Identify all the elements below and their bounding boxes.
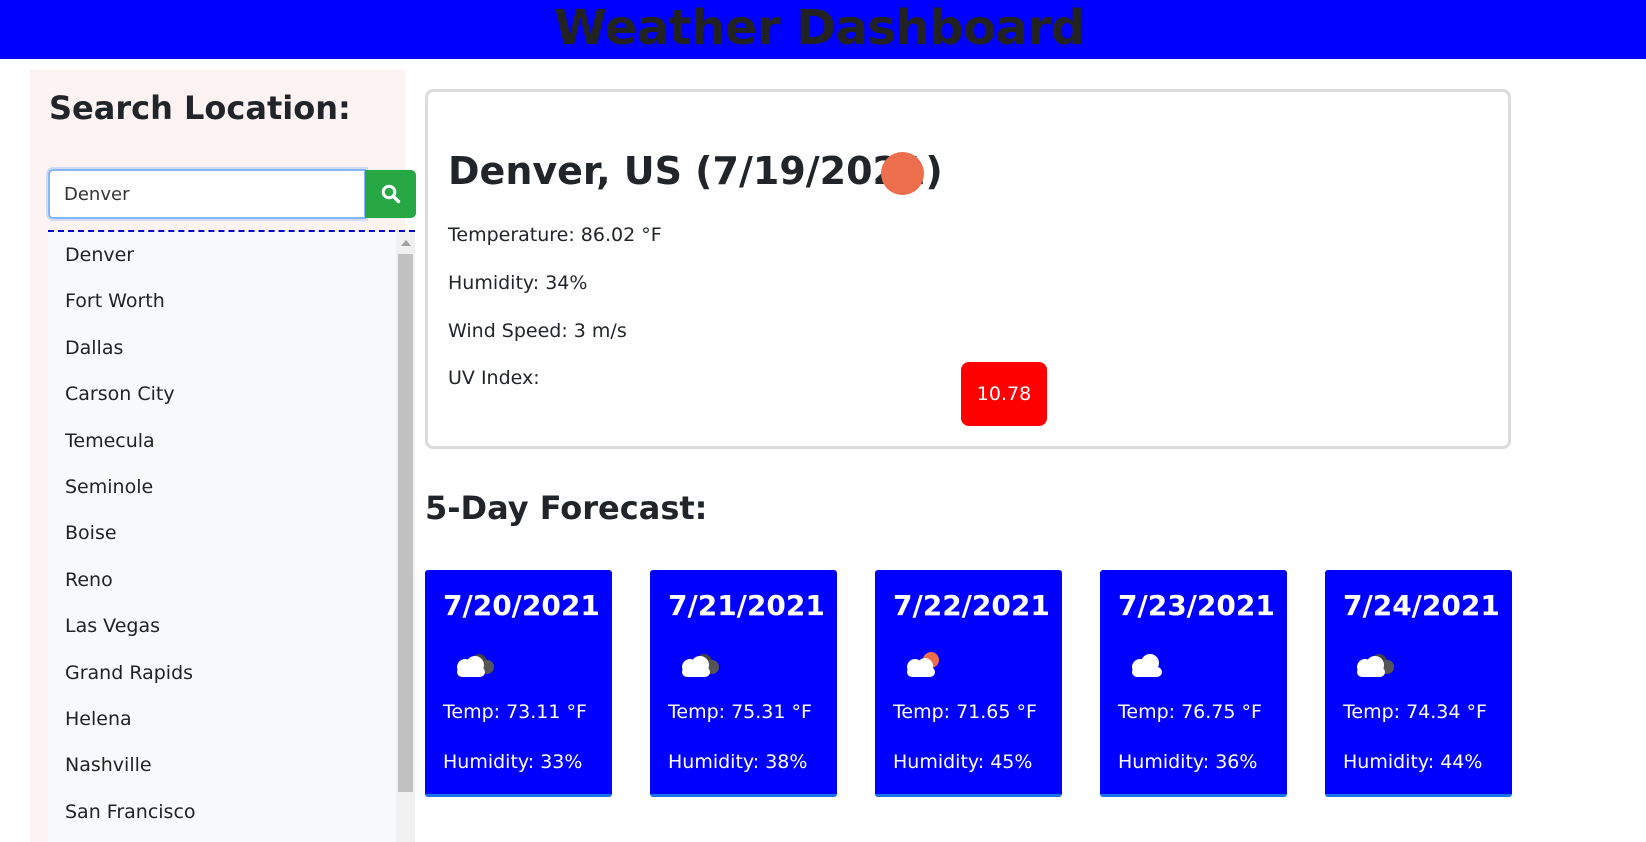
- search-button[interactable]: [365, 170, 416, 218]
- autocomplete-option[interactable]: Carson City: [48, 371, 415, 417]
- forecast-humidity: Humidity: 36%: [1118, 751, 1258, 773]
- forecast-card: 7/23/2021 Temp: 76.75 °F Humidity: 36%: [1100, 570, 1287, 797]
- current-city-title: Denver, US (7/19/2021): [448, 149, 943, 193]
- forecast-temp: Temp: 73.11 °F: [443, 701, 587, 723]
- forecast-card: 7/24/2021 Temp: 74.34 °F Humidity: 44%: [1325, 570, 1512, 797]
- autocomplete-option[interactable]: Grand Rapids: [48, 650, 415, 696]
- autocomplete-option[interactable]: Nashville: [48, 742, 415, 788]
- forecast-date: 7/20/2021: [443, 589, 600, 622]
- autocomplete-option[interactable]: Dallas: [48, 325, 415, 371]
- search-title: Search Location:: [49, 89, 351, 127]
- forecast-date: 7/24/2021: [1343, 589, 1500, 622]
- forecast-card: 7/20/2021 Temp: 73.11 °F Humidity: 33%: [425, 570, 612, 797]
- autocomplete-option[interactable]: Seminole: [48, 464, 415, 510]
- forecast-title: 5-Day Forecast:: [425, 489, 708, 527]
- forecast-humidity: Humidity: 38%: [668, 751, 808, 773]
- page-title: Weather Dashboard: [554, 0, 1085, 56]
- broken-clouds-icon: [682, 654, 719, 677]
- autocomplete-option[interactable]: Denver: [48, 232, 415, 278]
- autocomplete-scrollbar[interactable]: [396, 232, 415, 842]
- forecast-temp: Temp: 76.75 °F: [1118, 701, 1262, 723]
- forecast-date: 7/21/2021: [668, 589, 825, 622]
- forecast-date: 7/22/2021: [893, 589, 1050, 622]
- broken-clouds-icon: [457, 654, 494, 677]
- broken-clouds-icon: [1357, 654, 1394, 677]
- uv-index-label: UV Index:: [448, 367, 540, 389]
- current-temperature: Temperature: 86.02 °F: [448, 224, 662, 246]
- autocomplete-option[interactable]: San Francisco: [48, 789, 415, 835]
- forecast-date: 7/23/2021: [1118, 589, 1275, 622]
- autocomplete-list: Denver Fort Worth Dallas Carson City Tem…: [48, 230, 415, 842]
- current-humidity: Humidity: 34%: [448, 272, 588, 294]
- autocomplete-option[interactable]: Boise: [48, 510, 415, 556]
- scrollbar-thumb[interactable]: [398, 254, 413, 792]
- autocomplete-option[interactable]: Las Vegas: [48, 603, 415, 649]
- forecast-card: 7/21/2021 Temp: 75.31 °F Humidity: 38%: [650, 570, 837, 797]
- forecast-temp: Temp: 75.31 °F: [668, 701, 812, 723]
- current-wind-speed: Wind Speed: 3 m/s: [448, 320, 627, 342]
- header-bar: Weather Dashboard: [0, 0, 1646, 59]
- search-sidebar: Search Location: Denver Fort Worth Dalla…: [30, 70, 416, 842]
- forecast-temp: Temp: 74.34 °F: [1343, 701, 1487, 723]
- uv-index-badge: 10.78: [961, 362, 1047, 426]
- few-clouds-icon: [907, 652, 939, 677]
- autocomplete-option[interactable]: Helena: [48, 696, 415, 742]
- forecast-humidity: Humidity: 33%: [443, 751, 583, 773]
- autocomplete-option[interactable]: Reno: [48, 557, 415, 603]
- current-weather-card: Denver, US (7/19/2021) Temperature: 86.0…: [425, 89, 1511, 449]
- forecast-card: 7/22/2021 Temp: 71.65 °F Humidity: 45%: [875, 570, 1062, 797]
- forecast-humidity: Humidity: 44%: [1343, 751, 1483, 773]
- scroll-up-arrow-icon[interactable]: [401, 240, 411, 246]
- search-icon: [381, 184, 400, 204]
- autocomplete-option[interactable]: Fort Worth: [48, 278, 415, 324]
- scattered-clouds-icon: [1132, 654, 1162, 677]
- autocomplete-option[interactable]: Temecula: [48, 418, 415, 464]
- forecast-humidity: Humidity: 45%: [893, 751, 1033, 773]
- clear-sky-sun-icon: [881, 152, 924, 195]
- search-input[interactable]: [48, 169, 366, 219]
- forecast-temp: Temp: 71.65 °F: [893, 701, 1037, 723]
